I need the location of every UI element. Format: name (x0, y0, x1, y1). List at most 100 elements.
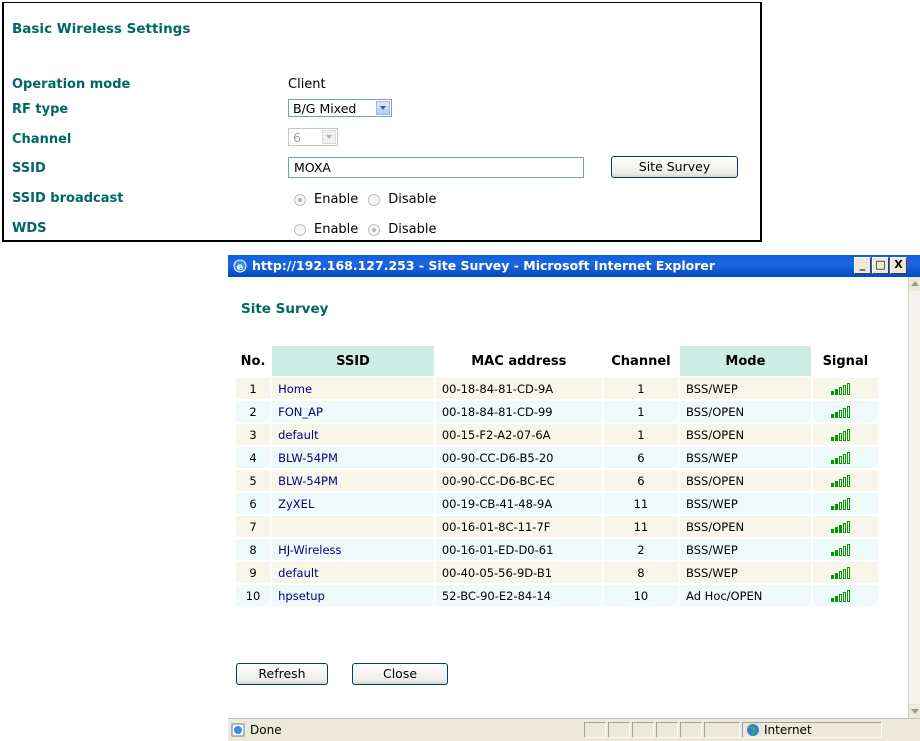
table-row: 9 default 00-40-05-56-9D-B1 8 BSS/WEP (236, 562, 878, 583)
security-zone: Internet (764, 723, 812, 737)
cell-no: 4 (236, 447, 271, 468)
status-pane (704, 722, 740, 738)
signal-bar (834, 412, 838, 418)
column-header-channel: Channel (603, 346, 679, 376)
cell-channel: 1 (603, 401, 679, 422)
cell-ssid[interactable]: default (272, 424, 434, 445)
minimize-button[interactable]: _ (854, 257, 871, 274)
maximize-button[interactable]: □ (872, 257, 889, 274)
column-header-signal: Signal (812, 346, 878, 376)
ssid-broadcast-radio-group: Enable Disable (294, 192, 437, 207)
signal-bar (838, 571, 842, 579)
cell-channel: 6 (603, 447, 679, 468)
cell-signal (812, 493, 878, 514)
table-row: 6 ZyXEL 00-19-CB-41-48-9A 11 BSS/WEP (236, 493, 878, 514)
operation-mode-label: Operation mode (12, 77, 131, 92)
cell-mode: BSS/WEP (680, 493, 811, 514)
cell-ssid[interactable]: ZyXEL (272, 493, 434, 514)
signal-bar (846, 521, 850, 533)
signal-bar (830, 460, 834, 464)
cell-signal (812, 539, 878, 560)
signal-strength-icon (830, 383, 851, 395)
scroll-up-arrow-icon[interactable] (909, 277, 920, 291)
cell-signal (812, 424, 878, 445)
wds-label: WDS (12, 221, 47, 236)
cell-mac-address: 00-90-CC-D6-BC-EC (435, 470, 602, 491)
signal-bar (842, 592, 846, 602)
cell-ssid[interactable]: Home (272, 378, 434, 399)
cell-ssid[interactable]: BLW-54PM (272, 470, 434, 491)
cell-mode: BSS/OPEN (680, 401, 811, 422)
signal-bar (846, 406, 850, 418)
ssid-input[interactable]: MOXA (288, 157, 584, 178)
status-pane (632, 722, 654, 738)
site-survey-title: Site Survey (241, 301, 329, 317)
internet-explorer-icon: e (233, 259, 247, 273)
status-pane (584, 722, 606, 738)
wds-radio-group: Enable Disable (294, 222, 437, 237)
wds-enable-radio[interactable] (294, 223, 306, 236)
table-row: 4 BLW-54PM 00-90-CC-D6-B5-20 6 BSS/WEP (236, 447, 878, 468)
cell-signal (812, 447, 878, 468)
table-header-row: No. SSID MAC address Channel Mode Signal (236, 346, 878, 376)
cell-ssid[interactable]: BLW-54PM (272, 447, 434, 468)
status-pane (680, 722, 702, 738)
cell-no: 9 (236, 562, 271, 583)
signal-bar (842, 500, 846, 510)
scroll-down-arrow-icon[interactable] (909, 704, 920, 718)
cell-mac-address: 52-BC-90-E2-84-14 (435, 585, 602, 606)
globe-icon (747, 724, 759, 736)
wds-disable-label: Disable (388, 222, 437, 237)
signal-bar (834, 481, 838, 487)
signal-bar (846, 452, 850, 464)
signal-bar (830, 552, 834, 556)
signal-bar (838, 548, 842, 556)
chevron-down-icon[interactable] (376, 101, 390, 115)
cell-signal (812, 516, 878, 537)
signal-bar (830, 529, 834, 533)
cell-mode: BSS/WEP (680, 447, 811, 468)
channel-label: Channel (12, 132, 72, 147)
signal-bar (834, 527, 838, 533)
wds-disable-radio[interactable] (368, 223, 381, 236)
cell-ssid[interactable]: hpsetup (272, 585, 434, 606)
cell-channel: 10 (603, 585, 679, 606)
ssid-broadcast-disable-label: Disable (388, 192, 437, 207)
wds-enable-label: Enable (314, 222, 359, 237)
signal-strength-icon (830, 590, 851, 602)
cell-ssid[interactable]: HJ-Wireless (272, 539, 434, 560)
signal-bar (842, 408, 846, 418)
refresh-button[interactable]: Refresh (236, 663, 328, 685)
cell-channel: 1 (603, 378, 679, 399)
table-row: 10 hpsetup 52-BC-90-E2-84-14 10 Ad Hoc/OPEN (236, 585, 878, 606)
site-survey-window: e http://192.168.127.253 - Site Survey -… (228, 255, 920, 741)
page-done-icon (231, 723, 245, 737)
rf-type-select[interactable]: B/G Mixed (288, 99, 392, 117)
cell-channel: 8 (603, 562, 679, 583)
cell-ssid[interactable]: FON_AP (272, 401, 434, 422)
cell-no: 5 (236, 470, 271, 491)
cell-ssid[interactable] (272, 516, 434, 537)
signal-bar (830, 437, 834, 441)
signal-strength-icon (830, 452, 851, 464)
vertical-scrollbar[interactable] (908, 277, 920, 718)
cell-mode: Ad Hoc/OPEN (680, 585, 811, 606)
table-row: 2 FON_AP 00-18-84-81-CD-99 1 BSS/OPEN (236, 401, 878, 422)
signal-bar (830, 414, 834, 418)
cell-signal (812, 401, 878, 422)
window-titlebar[interactable]: e http://192.168.127.253 - Site Survey -… (228, 255, 920, 277)
close-button[interactable]: Close (352, 663, 448, 685)
close-window-button[interactable]: X (890, 257, 907, 274)
signal-bar (846, 475, 850, 487)
signal-bar (842, 431, 846, 441)
ssid-broadcast-enable-radio[interactable] (294, 193, 306, 206)
cell-ssid[interactable]: default (272, 562, 434, 583)
signal-strength-icon (830, 406, 851, 418)
status-pane (656, 722, 678, 738)
site-survey-button[interactable]: Site Survey (611, 156, 738, 178)
cell-mac-address: 00-90-CC-D6-B5-20 (435, 447, 602, 468)
ssid-broadcast-disable-radio[interactable] (368, 193, 381, 206)
cell-mode: BSS/OPEN (680, 516, 811, 537)
signal-bar (846, 544, 850, 556)
cell-mac-address: 00-18-84-81-CD-9A (435, 378, 602, 399)
